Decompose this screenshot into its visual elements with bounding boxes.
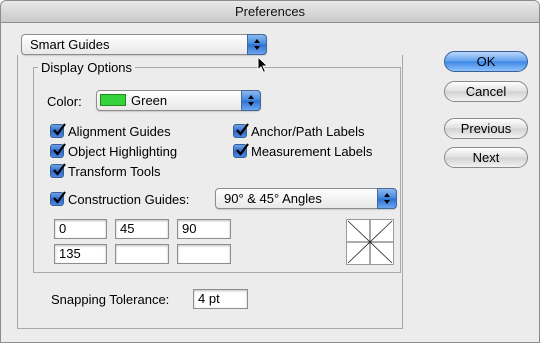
preferences-dialog: Preferences Smart Guides Display Options… xyxy=(0,0,540,343)
angles-preview-icon xyxy=(347,220,393,264)
angle-field-6[interactable] xyxy=(177,244,231,264)
previous-button[interactable]: Previous xyxy=(444,118,528,139)
object-highlighting-checkbox[interactable] xyxy=(50,143,66,158)
color-label: Color: xyxy=(47,94,82,109)
color-swatch xyxy=(100,94,126,106)
measurement-labels-checkbox[interactable] xyxy=(233,143,249,158)
section-popup-label: Smart Guides xyxy=(30,37,110,52)
object-highlighting-label[interactable]: Object Highlighting xyxy=(68,144,177,160)
next-button[interactable]: Next xyxy=(444,147,528,168)
construction-guides-label[interactable]: Construction Guides: xyxy=(68,192,189,208)
popup-arrows-icon xyxy=(247,34,267,55)
snapping-tolerance-label: Snapping Tolerance: xyxy=(51,292,170,307)
angle-field-3[interactable]: 90 xyxy=(177,219,231,239)
construction-angles-popup-label: 90° & 45° Angles xyxy=(224,191,322,206)
display-options-title: Display Options xyxy=(38,60,136,75)
transform-tools-checkbox[interactable] xyxy=(50,163,66,178)
color-popup-label: Green xyxy=(131,93,168,108)
cancel-button[interactable]: Cancel xyxy=(444,81,528,102)
checkmark-icon xyxy=(53,123,66,136)
checkmark-icon xyxy=(53,191,66,204)
checkmark-icon xyxy=(236,123,249,136)
angles-preview xyxy=(346,219,394,265)
construction-guides-checkbox[interactable] xyxy=(50,191,66,206)
snapping-tolerance-field[interactable]: 4 pt xyxy=(193,289,248,309)
checkmark-icon xyxy=(53,143,66,156)
construction-angles-popup[interactable]: 90° & 45° Angles xyxy=(215,188,397,209)
window-title: Preferences xyxy=(1,1,539,23)
alignment-guides-checkbox[interactable] xyxy=(50,123,66,138)
anchor-path-labels-checkbox[interactable] xyxy=(233,123,249,138)
angle-field-4[interactable]: 135 xyxy=(54,244,107,264)
popup-arrows-icon xyxy=(241,90,261,111)
transform-tools-label[interactable]: Transform Tools xyxy=(68,164,160,180)
section-popup[interactable]: Smart Guides xyxy=(21,34,267,55)
ok-button[interactable]: OK xyxy=(444,51,528,72)
anchor-path-labels-label[interactable]: Anchor/Path Labels xyxy=(251,124,364,140)
measurement-labels-label[interactable]: Measurement Labels xyxy=(251,144,372,160)
color-popup[interactable]: Green xyxy=(96,90,261,111)
popup-arrows-icon xyxy=(377,188,397,209)
checkmark-icon xyxy=(53,163,66,176)
mouse-cursor-icon xyxy=(257,56,269,74)
angle-field-5[interactable] xyxy=(115,244,169,264)
angle-field-2[interactable]: 45 xyxy=(115,219,169,239)
alignment-guides-label[interactable]: Alignment Guides xyxy=(68,124,171,140)
checkmark-icon xyxy=(236,143,249,156)
angle-field-1[interactable]: 0 xyxy=(54,219,107,239)
